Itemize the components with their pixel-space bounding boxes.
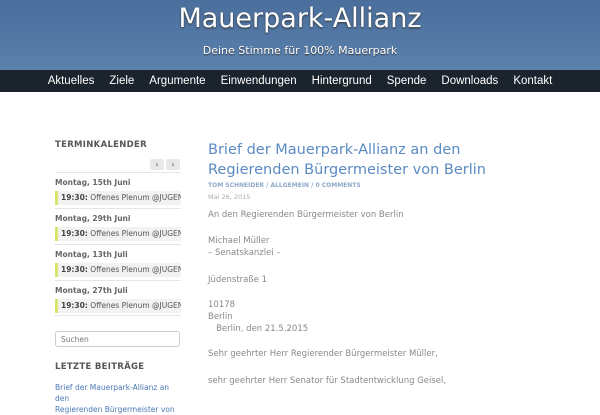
search-input[interactable] — [55, 331, 180, 347]
post-text: 10178 — [208, 300, 236, 310]
event-date: Montag, 27th Juli — [55, 286, 128, 295]
post-text: An den Regierenden Bürgermeister von Ber… — [208, 210, 404, 220]
author-link[interactable]: TOM SCHNEIDER — [208, 182, 264, 189]
post-text: Sehr geehrter Herr Regierender Bürgermei… — [208, 349, 438, 359]
post-text: Berlin — [208, 312, 233, 322]
nav-kontakt[interactable]: Kontakt — [513, 75, 552, 87]
recent-post-link[interactable]: Brief der Mauerpark-Allianz an den Regie… — [55, 382, 181, 415]
post-text: sehr geehrter Herr Senator für Stadtentw… — [208, 376, 447, 386]
site-header: Mauerpark-Allianz Deine Stimme für 100% … — [0, 0, 600, 70]
nav-ziele[interactable]: Ziele — [109, 75, 134, 87]
post-meta: TOM SCHNEIDER / ALLGEMEIN / 0 COMMENTS — [208, 182, 361, 189]
event-link[interactable]: 19:30: Offenes Plenum @JUGENDFARM — [55, 227, 181, 241]
post-text: – Senatskanzlei – — [208, 248, 281, 258]
post-text: Jüdenstraße 1 — [208, 275, 268, 285]
calendar-title: TERMINKALENDER — [55, 140, 147, 150]
sidebar: TERMINKALENDER ‹ › Montag, 15th Juni 19:… — [55, 140, 181, 414]
nav-downloads[interactable]: Downloads — [441, 75, 498, 87]
event-date: Montag, 13th Juli — [55, 250, 128, 259]
site-title[interactable]: Mauerpark-Allianz — [0, 3, 600, 34]
event-link[interactable]: 19:30: Offenes Plenum @JUGENDFARM — [55, 299, 181, 313]
divider — [55, 315, 181, 321]
category-link[interactable]: ALLGEMEIN — [270, 182, 309, 189]
recent-posts-title: LETZTE BEITRÄGE — [55, 362, 145, 372]
event-link[interactable]: 19:30: Offenes Plenum @JUGENDFARM — [55, 263, 181, 277]
post-title[interactable]: Brief der Mauerpark-Allianz an den Regie… — [208, 140, 548, 180]
event-item: Montag, 15th Juni 19:30: Offenes Plenum … — [55, 172, 181, 205]
post-date: Mai 26, 2015 — [208, 193, 251, 201]
nav-spende[interactable]: Spende — [387, 75, 427, 87]
prev-button[interactable]: ‹ — [150, 159, 164, 170]
comments-link[interactable]: 0 COMMENTS — [315, 182, 360, 189]
post-text: Berlin, den 21.5.2015 — [208, 324, 309, 334]
event-item: Montag, 29th Juni 19:30: Offenes Plenum … — [55, 208, 181, 241]
event-date: Montag, 15th Juni — [55, 178, 131, 187]
event-item: Montag, 13th Juli 19:30: Offenes Plenum … — [55, 244, 181, 277]
nav-einwendungen[interactable]: Einwendungen — [221, 75, 297, 87]
main-nav: Aktuelles Ziele Argumente Einwendungen H… — [0, 70, 600, 92]
post: Brief der Mauerpark-Allianz an den Regie… — [208, 140, 548, 386]
event-link[interactable]: 19:30: Offenes Plenum @JUGENDFARM — [55, 191, 181, 205]
nav-argumente[interactable]: Argumente — [149, 75, 205, 87]
next-button[interactable]: › — [166, 159, 180, 170]
event-item: Montag, 27th Juli 19:30: Offenes Plenum … — [55, 280, 181, 313]
nav-aktuelles[interactable]: Aktuelles — [48, 75, 95, 87]
nav-hintergrund[interactable]: Hintergrund — [312, 75, 372, 87]
post-text: Michael Müller — [208, 236, 270, 246]
event-date: Montag, 29th Juni — [55, 214, 131, 223]
site-subtitle: Deine Stimme für 100% Mauerpark — [202, 44, 398, 57]
